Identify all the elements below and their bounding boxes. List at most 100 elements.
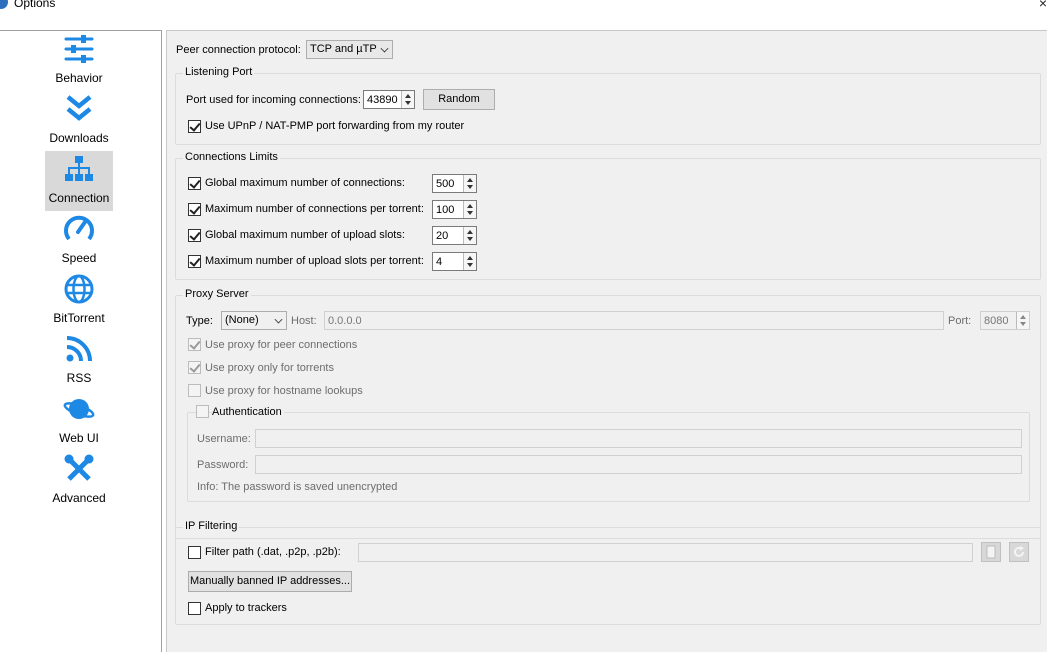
upnp-checkbox[interactable] [188,120,201,133]
spin-buttons[interactable] [463,227,476,244]
limit-value: 20 [436,230,449,242]
protocol-value: TCP and µTP [310,43,377,55]
sidebar-item-label: BitTorrent [53,311,105,325]
proxy-port-label: Port: [948,315,972,327]
password-label: Password: [197,459,249,471]
options-sidebar: Behavior Downloads Connection Speed BitT… [0,30,162,652]
sidebar-item-rss[interactable]: RSS [45,331,113,391]
app-icon [0,0,8,9]
limit-label: Global maximum number of connections: [205,177,405,189]
spin-down-icon[interactable] [1020,322,1026,326]
spin-up-icon[interactable] [405,94,411,98]
filter-path-label: Filter path (.dat, .p2p, .p2b): [205,546,341,558]
spin-up-icon[interactable] [467,178,473,182]
limit-value: 4 [436,256,443,268]
spin-buttons[interactable] [1016,312,1029,329]
chevron-down-icon [274,315,283,324]
sidebar-item-webui[interactable]: Web UI [45,391,113,451]
spin-down-icon[interactable] [467,237,473,241]
limit-checkbox[interactable] [188,255,201,268]
sidebar-item-advanced[interactable]: Advanced [45,451,113,511]
sidebar-item-speed[interactable]: Speed [45,211,113,271]
port-spinbox[interactable]: 43890 [363,90,415,109]
proxy-hostname-checkbox[interactable] [188,384,201,397]
filter-path-input[interactable] [358,543,973,562]
spin-up-icon[interactable] [467,230,473,234]
sidebar-item-bittorrent[interactable]: BitTorrent [45,271,113,331]
browse-file-icon[interactable] [981,542,1001,562]
planet-icon [63,399,95,419]
username-input[interactable] [255,429,1022,448]
spin-down-icon[interactable] [467,263,473,267]
limit-checkbox[interactable] [188,177,201,190]
username-label: Username: [197,433,251,445]
network-icon [65,156,93,181]
double-chevron-down-icon [66,95,92,121]
spin-buttons[interactable] [463,253,476,270]
limit-spinbox[interactable]: 100 [432,200,477,219]
authentication-label: Authentication [212,406,284,418]
sidebar-item-connection[interactable]: Connection [45,151,113,211]
port-label: Port used for incoming connections: [186,94,361,106]
proxy-torrents-checkbox[interactable] [188,361,201,374]
sidebar-item-label: RSS [66,371,92,385]
apply-trackers-label: Apply to trackers [205,602,287,614]
random-port-button[interactable]: Random [423,89,495,110]
limit-label: Maximum number of upload slots per torre… [205,255,424,267]
limit-checkbox[interactable] [188,203,201,216]
connection-limits-title: Connections Limits [183,151,280,163]
sidebar-item-label: Downloads [49,131,109,145]
filter-path-checkbox[interactable] [188,546,201,559]
reload-icon[interactable] [1009,542,1029,562]
sidebar-item-downloads[interactable]: Downloads [45,91,113,151]
protocol-label: Peer connection protocol: [176,44,301,56]
limit-value: 500 [436,178,455,190]
proxy-host-input[interactable]: 0.0.0.0 [324,311,944,330]
close-icon[interactable]: × [1039,0,1047,11]
spin-up-icon[interactable] [467,204,473,208]
sidebar-item-label: Web UI [59,431,99,445]
spin-down-icon[interactable] [467,211,473,215]
window-title: Options [14,0,56,10]
sidebar-item-label: Speed [61,251,97,265]
connection-settings-panel: Peer connection protocol: TCP and µTP Li… [166,30,1047,652]
protocol-select[interactable]: TCP and µTP [306,40,393,59]
proxy-port-spinbox[interactable]: 8080 [980,311,1030,330]
spin-up-icon[interactable] [467,256,473,260]
ip-filtering-title: IP Filtering [183,520,240,532]
spin-buttons[interactable] [463,175,476,192]
spin-buttons[interactable] [401,91,414,108]
speedometer-icon [64,215,94,241]
password-input[interactable] [255,455,1022,474]
proxy-port-value: 8080 [984,315,1009,327]
apply-trackers-checkbox[interactable] [188,602,201,615]
password-info-text: Info: The password is saved unencrypted [197,481,398,493]
listening-port-title: Listening Port [183,66,255,78]
limit-spinbox[interactable]: 500 [432,174,477,193]
listening-port-group [175,73,1041,145]
proxy-type-label: Type: [186,315,213,327]
upnp-label: Use UPnP / NAT-PMP port forwarding from … [205,120,465,132]
limit-label: Global maximum number of upload slots: [205,229,405,241]
proxy-peer-label: Use proxy for peer connections [205,339,358,351]
sidebar-item-label: Advanced [52,491,106,505]
sidebar-item-label: Behavior [55,71,103,85]
spin-up-icon[interactable] [1020,315,1026,319]
limit-value: 100 [436,204,455,216]
limit-spinbox[interactable]: 4 [432,252,477,271]
limit-spinbox[interactable]: 20 [432,226,477,245]
proxy-type-value: (None) [225,314,259,326]
sidebar-item-behavior[interactable]: Behavior [45,31,113,91]
chevron-down-icon [380,44,389,53]
proxy-peer-checkbox[interactable] [188,338,201,351]
proxy-type-select[interactable]: (None) [221,311,287,330]
proxy-hostname-label: Use proxy for hostname lookups [205,385,363,397]
spin-down-icon[interactable] [405,101,411,105]
spin-down-icon[interactable] [467,185,473,189]
limit-checkbox[interactable] [188,229,201,242]
proxy-torrents-label: Use proxy only for torrents [205,362,334,374]
spin-buttons[interactable] [463,201,476,218]
authentication-checkbox[interactable] [196,405,209,418]
globe-icon [64,274,94,304]
banned-ips-button[interactable]: Manually banned IP addresses... [188,571,352,592]
